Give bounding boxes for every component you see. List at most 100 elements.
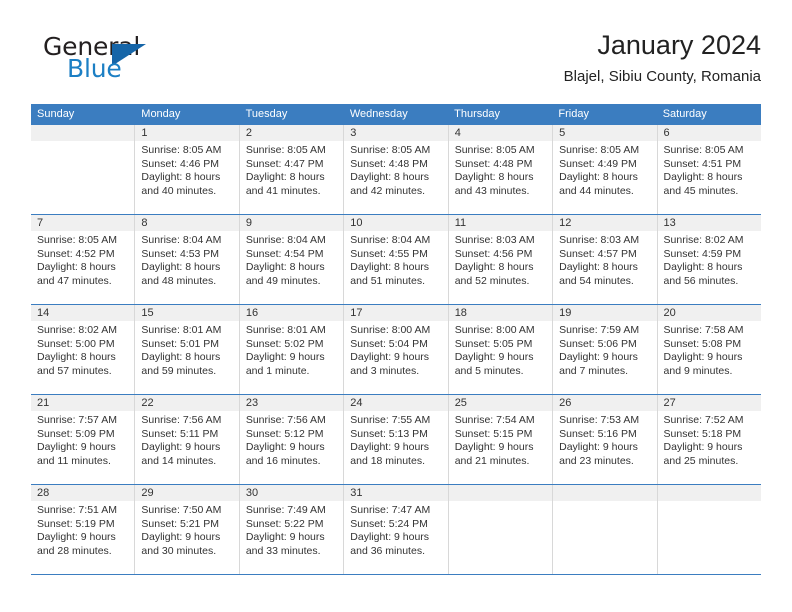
sunset-text: Sunset: 4:51 PM [663,157,742,170]
sunrise-text: Sunrise: 8:04 AM [350,234,431,246]
day-details: Sunrise: 8:00 AM Sunset: 5:05 PM Dayligh… [449,321,552,378]
day-details: Sunrise: 8:05 AM Sunset: 4:48 PM Dayligh… [344,141,447,198]
day-cell[interactable]: 9 Sunrise: 8:04 AM Sunset: 4:54 PM Dayli… [239,215,345,304]
daylight-text-line2: and 49 minutes. [245,274,321,287]
daylight-text-line2: and 42 minutes. [350,184,425,197]
weekday-monday: Monday [141,108,181,120]
day-number [448,485,553,501]
day-cell[interactable] [553,485,658,574]
daylight-text-line2: and 41 minutes. [245,184,321,197]
day-details: Sunrise: 7:49 AM Sunset: 5:22 PM Dayligh… [240,501,343,558]
day-cell[interactable]: 25 Sunrise: 7:54 AM Sunset: 5:15 PM Dayl… [448,395,554,484]
day-cell[interactable]: 26 Sunrise: 7:53 AM Sunset: 5:16 PM Dayl… [553,395,658,484]
daylight-text-line2: and 57 minutes. [37,364,112,377]
day-cell[interactable]: 29 Sunrise: 7:50 AM Sunset: 5:21 PM Dayl… [135,485,240,574]
day-details: Sunrise: 8:02 AM Sunset: 5:00 PM Dayligh… [31,321,134,378]
day-number: 23 [239,395,344,411]
day-cell[interactable]: 18 Sunrise: 8:00 AM Sunset: 5:05 PM Dayl… [448,305,554,394]
day-details: Sunrise: 7:53 AM Sunset: 5:16 PM Dayligh… [553,411,656,468]
sunrise-text: Sunrise: 7:55 AM [350,414,431,426]
daylight-text-line2: and 56 minutes. [663,274,739,287]
day-cell[interactable]: 2 Sunrise: 8:05 AM Sunset: 4:47 PM Dayli… [239,125,345,214]
day-details: Sunrise: 7:56 AM Sunset: 5:11 PM Dayligh… [135,411,238,468]
sunrise-text: Sunrise: 7:53 AM [559,414,640,426]
daylight-text-line2: and 44 minutes. [559,184,634,197]
daylight-text-line2: and 18 minutes. [350,454,425,467]
daylight-text-line1: Daylight: 9 hours [141,531,221,544]
day-cell[interactable]: 17 Sunrise: 8:00 AM Sunset: 5:04 PM Dayl… [344,305,449,394]
day-details: Sunrise: 8:04 AM Sunset: 4:55 PM Dayligh… [344,231,447,288]
day-cell[interactable]: 20 Sunrise: 7:58 AM Sunset: 5:08 PM Dayl… [657,305,761,394]
day-cell[interactable]: 21 Sunrise: 7:57 AM Sunset: 5:09 PM Dayl… [31,395,136,484]
day-cell[interactable]: 27 Sunrise: 7:52 AM Sunset: 5:18 PM Dayl… [657,395,761,484]
weekday-saturday: Saturday [662,108,707,120]
daylight-text-line1: Daylight: 9 hours [559,441,638,454]
day-number [553,485,657,501]
sunset-text: Sunset: 4:52 PM [37,247,115,260]
daylight-text-line1: Daylight: 8 hours [245,171,325,184]
day-cell[interactable]: 1 Sunrise: 8:05 AM Sunset: 4:46 PM Dayli… [135,125,240,214]
daylight-text-line2: and 1 minute. [245,364,310,377]
logo-text-blue: Blue [67,54,122,83]
day-cell[interactable]: 24 Sunrise: 7:55 AM Sunset: 5:13 PM Dayl… [344,395,449,484]
daylight-text-line1: Daylight: 9 hours [559,351,638,364]
day-cell[interactable]: 12 Sunrise: 8:03 AM Sunset: 4:57 PM Dayl… [553,215,658,304]
day-details: Sunrise: 7:47 AM Sunset: 5:24 PM Dayligh… [344,501,447,558]
general-blue-logo: General Blue [36,32,216,88]
day-cell[interactable]: 13 Sunrise: 8:02 AM Sunset: 4:59 PM Dayl… [657,215,761,304]
day-details: Sunrise: 7:51 AM Sunset: 5:19 PM Dayligh… [31,501,134,558]
day-number: 17 [344,305,448,321]
day-cell[interactable]: 11 Sunrise: 8:03 AM Sunset: 4:56 PM Dayl… [448,215,554,304]
day-cell[interactable]: 19 Sunrise: 7:59 AM Sunset: 5:06 PM Dayl… [553,305,658,394]
daylight-text-line2: and 16 minutes. [245,454,321,467]
sunset-text: Sunset: 4:46 PM [141,157,220,170]
day-cell[interactable]: 28 Sunrise: 7:51 AM Sunset: 5:19 PM Dayl… [31,485,136,574]
day-number: 14 [31,305,135,321]
day-cell[interactable]: 5 Sunrise: 8:05 AM Sunset: 4:49 PM Dayli… [553,125,658,214]
daylight-text-line2: and 45 minutes. [663,184,739,197]
day-cell[interactable]: 31 Sunrise: 7:47 AM Sunset: 5:24 PM Dayl… [344,485,449,574]
day-number: 11 [448,215,553,231]
daylight-text-line1: Daylight: 8 hours [350,171,430,184]
day-cell[interactable] [448,485,554,574]
sunset-text: Sunset: 5:24 PM [350,517,428,530]
day-cell[interactable]: 16 Sunrise: 8:01 AM Sunset: 5:02 PM Dayl… [239,305,345,394]
calendar-grid: Sunday Monday Tuesday Wednesday Thursday… [31,104,761,575]
day-number: 24 [344,395,448,411]
day-number [657,485,761,501]
sunrise-text: Sunrise: 8:02 AM [663,234,744,246]
day-cell[interactable]: 4 Sunrise: 8:05 AM Sunset: 4:48 PM Dayli… [448,125,554,214]
day-cell[interactable]: 10 Sunrise: 8:04 AM Sunset: 4:55 PM Dayl… [344,215,449,304]
day-cell[interactable] [31,125,136,214]
daylight-text-line1: Daylight: 9 hours [454,441,534,454]
day-details [31,141,134,144]
day-details: Sunrise: 8:04 AM Sunset: 4:54 PM Dayligh… [240,231,343,288]
day-cell[interactable] [657,485,761,574]
day-number: 3 [344,125,448,141]
day-cell[interactable]: 6 Sunrise: 8:05 AM Sunset: 4:51 PM Dayli… [657,125,761,214]
sunset-text: Sunset: 4:55 PM [350,247,428,260]
day-cell[interactable]: 23 Sunrise: 7:56 AM Sunset: 5:12 PM Dayl… [239,395,345,484]
sunset-text: Sunset: 4:57 PM [559,247,637,260]
daylight-text-line2: and 47 minutes. [37,274,112,287]
sunset-text: Sunset: 5:02 PM [245,337,324,350]
sunset-text: Sunset: 5:13 PM [350,427,428,440]
day-cell[interactable]: 7 Sunrise: 8:05 AM Sunset: 4:52 PM Dayli… [31,215,136,304]
day-number: 8 [135,215,239,231]
sunrise-text: Sunrise: 7:58 AM [663,324,744,336]
day-cell[interactable]: 15 Sunrise: 8:01 AM Sunset: 5:01 PM Dayl… [135,305,240,394]
day-cell[interactable]: 3 Sunrise: 8:05 AM Sunset: 4:48 PM Dayli… [344,125,449,214]
day-number: 27 [657,395,761,411]
day-number: 13 [657,215,761,231]
day-number: 29 [135,485,239,501]
day-cell[interactable]: 22 Sunrise: 7:56 AM Sunset: 5:11 PM Dayl… [135,395,240,484]
day-cell[interactable]: 8 Sunrise: 8:04 AM Sunset: 4:53 PM Dayli… [135,215,240,304]
day-details: Sunrise: 8:05 AM Sunset: 4:51 PM Dayligh… [658,141,761,198]
sunset-text: Sunset: 4:54 PM [245,247,324,260]
week-row: 28 Sunrise: 7:51 AM Sunset: 5:19 PM Dayl… [31,485,761,575]
day-cell[interactable]: 30 Sunrise: 7:49 AM Sunset: 5:22 PM Dayl… [239,485,345,574]
day-details: Sunrise: 8:01 AM Sunset: 5:02 PM Dayligh… [240,321,343,378]
daylight-text-line2: and 23 minutes. [559,454,634,467]
day-cell[interactable]: 14 Sunrise: 8:02 AM Sunset: 5:00 PM Dayl… [31,305,136,394]
daylight-text-line1: Daylight: 9 hours [350,441,430,454]
